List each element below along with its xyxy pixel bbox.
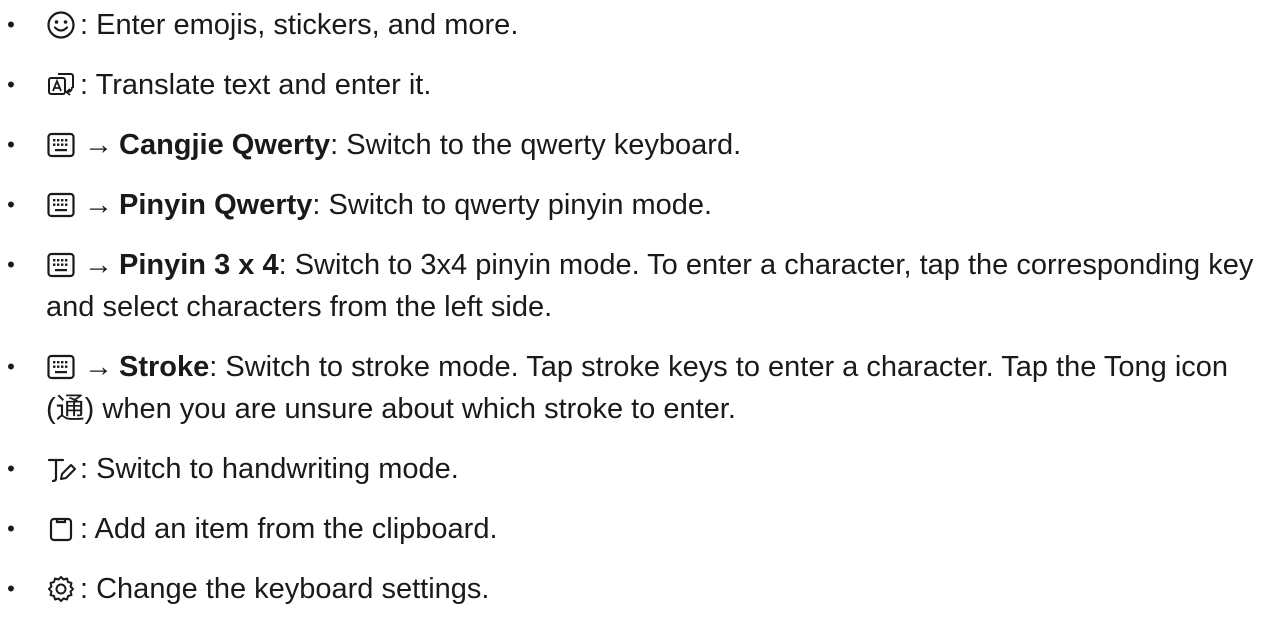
- bullet: •: [7, 72, 15, 97]
- item-title: Pinyin 3 x 4: [119, 249, 279, 281]
- handwriting-icon: [46, 454, 76, 484]
- arrow: →: [84, 189, 113, 221]
- item-text: : Switch to the qwerty keyboard.: [330, 129, 742, 161]
- bullet: •: [7, 516, 15, 541]
- keyboard-icon: [46, 352, 76, 382]
- bullet: •: [7, 252, 15, 277]
- item-title: Pinyin Qwerty: [119, 189, 313, 221]
- keyboard-icon: [46, 190, 76, 220]
- bullet: •: [7, 354, 15, 379]
- arrow: →: [84, 351, 113, 383]
- bullet: •: [7, 12, 15, 37]
- clipboard-icon: [46, 514, 76, 544]
- item-text: : Switch to stroke mode. Tap stroke keys…: [46, 351, 1229, 425]
- arrow: →: [84, 249, 113, 281]
- arrow: →: [84, 129, 113, 161]
- item-text: : Switch to handwriting mode.: [80, 453, 459, 485]
- item-text: : Add an item from the clipboard.: [80, 513, 498, 545]
- translate-icon: [46, 70, 76, 100]
- bullet: •: [7, 132, 15, 157]
- keyboard-icon: [46, 130, 76, 160]
- keyboard-icon: [46, 250, 76, 280]
- item-title: Cangjie Qwerty: [119, 129, 331, 161]
- smiley-icon: [46, 10, 76, 40]
- bullet: •: [7, 456, 15, 481]
- item-text: : Enter emojis, stickers, and more.: [80, 9, 519, 41]
- item-text: : Switch to qwerty pinyin mode.: [312, 189, 713, 221]
- gear-icon: [46, 574, 76, 604]
- bullet: •: [7, 192, 15, 217]
- item-title: Stroke: [119, 351, 210, 383]
- item-text: : Translate text and enter it.: [80, 69, 432, 101]
- bullet: •: [7, 576, 15, 601]
- item-text: : Change the keyboard settings.: [80, 573, 490, 605]
